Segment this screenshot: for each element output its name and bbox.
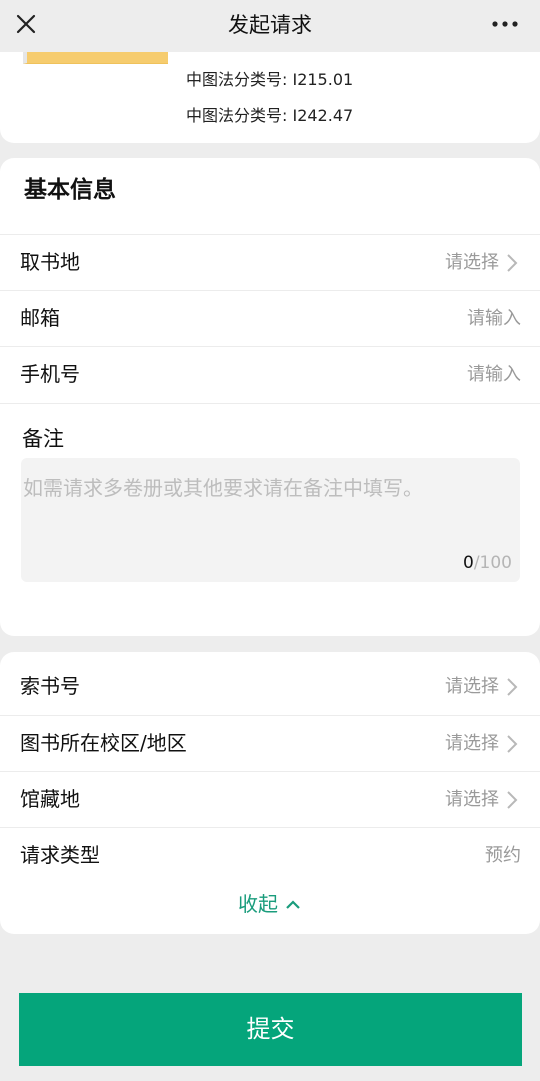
request-type-row: 请求类型 预约 — [0, 827, 540, 883]
page-title: 发起请求 — [228, 13, 312, 37]
footer-bar: 提交 — [0, 980, 540, 1081]
call-number-row[interactable]: 索书号 请选择 — [0, 659, 540, 715]
divider — [0, 403, 540, 404]
submit-button[interactable]: 提交 — [19, 993, 522, 1066]
notes-count: 0 — [462, 553, 474, 573]
more-icon[interactable] — [490, 12, 520, 36]
call-number-label: 索书号 — [20, 674, 80, 698]
campus-label: 图书所在校区/地区 — [20, 731, 187, 755]
phone-row[interactable]: 手机号 请输入 — [0, 346, 540, 402]
pickup-location-label: 取书地 — [20, 250, 80, 274]
campus-value: 请选择 — [445, 733, 499, 754]
email-label: 邮箱 — [20, 306, 60, 330]
request-type-value: 预约 — [485, 845, 521, 866]
collapse-label: 收起 — [238, 892, 278, 916]
campus-row[interactable]: 图书所在校区/地区 请选择 — [0, 715, 540, 771]
nav-bar: 发起请求 — [0, 0, 540, 52]
chevron-right-icon — [507, 791, 518, 809]
notes-textarea[interactable] — [21, 458, 520, 582]
call-number-value: 请选择 — [445, 676, 499, 697]
request-detail-card: 索书号 请选择 图书所在校区/地区 请选择 馆藏地 请选择 请求类型 预约 收起 — [0, 652, 540, 934]
location-row[interactable]: 馆藏地 请选择 — [0, 771, 540, 827]
chevron-up-icon — [286, 900, 300, 909]
notes-box: 0/100 — [21, 458, 520, 582]
email-field[interactable]: 请输入 — [467, 306, 521, 332]
book-cover-image — [23, 52, 168, 64]
section-title: 基本信息 — [24, 177, 116, 203]
pickup-location-row[interactable]: 取书地 请选择 — [0, 234, 540, 290]
phone-label: 手机号 — [20, 362, 80, 386]
clc-number-1: 中图法分类号: I215.01 — [186, 70, 354, 89]
notes-char-counter: 0/100 — [463, 552, 512, 574]
collapse-toggle[interactable]: 收起 — [0, 890, 540, 918]
chevron-right-icon — [507, 735, 518, 753]
campus-select[interactable]: 请选择 — [445, 731, 519, 757]
location-value: 请选择 — [445, 789, 499, 810]
chevron-right-icon — [507, 254, 518, 272]
call-number-select[interactable]: 请选择 — [445, 674, 519, 700]
clc-number-2: 中图法分类号: I242.47 — [186, 106, 354, 125]
notes-label: 备注 — [22, 427, 64, 451]
pickup-location-select[interactable]: 请选择 — [445, 250, 519, 276]
notes-max: /100 — [473, 553, 512, 573]
email-row[interactable]: 邮箱 请输入 — [0, 290, 540, 346]
phone-field[interactable]: 请输入 — [467, 362, 521, 388]
location-select[interactable]: 请选择 — [445, 787, 519, 813]
basic-info-card: 基本信息 取书地 请选择 邮箱 请输入 手机号 请输入 备注 0/100 — [0, 158, 540, 636]
location-label: 馆藏地 — [20, 787, 80, 811]
pickup-location-value: 请选择 — [445, 252, 499, 273]
request-type-label: 请求类型 — [20, 843, 100, 867]
chevron-right-icon — [507, 678, 518, 696]
